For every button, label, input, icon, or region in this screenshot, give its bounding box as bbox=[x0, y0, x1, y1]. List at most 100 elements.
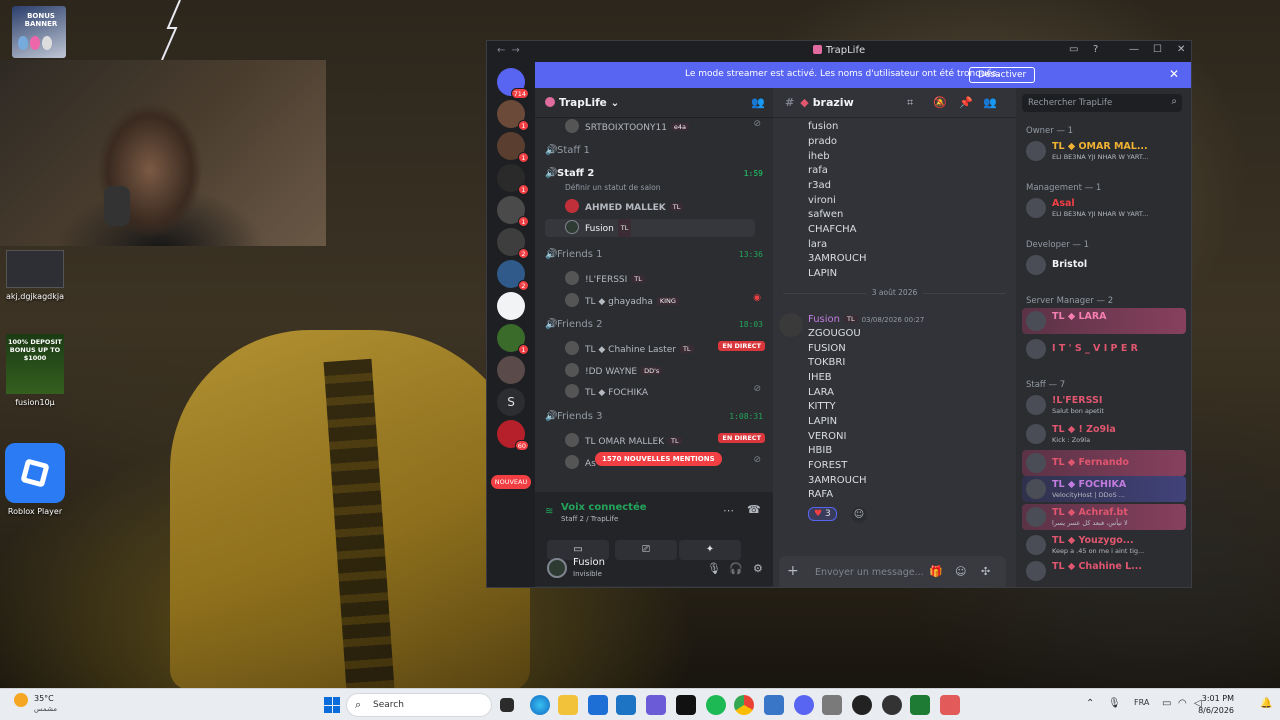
message-author[interactable]: Fusion TL 03/08/2026 00:27 bbox=[808, 314, 924, 325]
app-icon[interactable] bbox=[910, 695, 930, 715]
server-icon[interactable]: 60 bbox=[497, 420, 529, 451]
invite-people-icon[interactable]: 👥 bbox=[751, 96, 765, 109]
voice-user[interactable]: AHMED MALLEK TL bbox=[535, 199, 773, 213]
noise-suppression-icon[interactable]: ⋯ bbox=[723, 504, 734, 517]
terminal-icon[interactable] bbox=[676, 695, 696, 715]
member-item[interactable]: Bristol bbox=[1022, 252, 1186, 278]
server-icon[interactable]: 1 bbox=[497, 132, 529, 163]
monitor-icon[interactable]: ▭ bbox=[1162, 698, 1171, 709]
calculator-icon[interactable] bbox=[764, 695, 784, 715]
weather-widget[interactable]: 35°C مشمس bbox=[14, 693, 57, 714]
voice-channel-staff1[interactable]: 🔊Staff 1 bbox=[535, 145, 773, 156]
windows-start-icon[interactable] bbox=[324, 697, 340, 713]
obs-icon[interactable] bbox=[852, 695, 872, 715]
server-icon[interactable]: 1 bbox=[497, 324, 529, 355]
member-item[interactable]: TL ◆ Chahine L... bbox=[1022, 558, 1186, 584]
server-icon-s[interactable]: S bbox=[497, 388, 525, 416]
server-icon[interactable]: 1 bbox=[497, 100, 529, 131]
headphones-icon[interactable]: 🎧 bbox=[729, 562, 743, 575]
file-explorer-icon[interactable] bbox=[558, 695, 578, 715]
inbox-icon[interactable]: ▭ bbox=[1069, 44, 1078, 55]
new-mentions-pill[interactable]: 1570 NOUVELLES MENTIONS bbox=[595, 452, 722, 466]
server-icon[interactable] bbox=[497, 356, 525, 384]
store-icon[interactable] bbox=[616, 695, 636, 715]
message-input[interactable]: Envoyer un message... bbox=[815, 567, 924, 578]
pin-icon[interactable]: 📌 bbox=[959, 96, 973, 109]
outlook-icon[interactable] bbox=[588, 695, 608, 715]
desktop-icon-folder[interactable]: akj,dgjkagdkja bbox=[0, 250, 70, 301]
desktop-icon-roblox[interactable]: Roblox Player bbox=[0, 443, 70, 516]
member-item[interactable]: TL ◆ FOCHIKA VelocityHost | DDoS ... bbox=[1022, 476, 1186, 502]
mic-tray-icon[interactable]: 🎙 bbox=[1108, 698, 1121, 709]
edge-icon[interactable] bbox=[530, 695, 550, 715]
direct-messages-icon[interactable]: 714 bbox=[497, 68, 529, 99]
member-item[interactable]: I T ' S _ V I P E R bbox=[1022, 336, 1186, 362]
heart-reaction[interactable]: ♥ 3 bbox=[808, 507, 837, 521]
traplife-server-icon[interactable] bbox=[497, 292, 525, 320]
server-icon[interactable]: 2 bbox=[497, 228, 529, 259]
chrome-icon[interactable] bbox=[734, 695, 754, 715]
voice-user-self[interactable]: Fusion TL bbox=[545, 219, 755, 237]
apps-icon[interactable]: ✣ bbox=[981, 565, 990, 578]
spotify-icon[interactable] bbox=[706, 695, 726, 715]
member-item[interactable]: TL ◆ OMAR MAL... ELI BE3NA YJI NHAR W YAR… bbox=[1022, 138, 1186, 164]
microphone-icon[interactable]: 🎙 bbox=[707, 562, 721, 575]
channel-status[interactable]: Définir un statut de salon bbox=[535, 183, 773, 192]
emoji-icon[interactable]: ☺ bbox=[955, 565, 966, 578]
taskbar-search[interactable]: ⌕ Search bbox=[346, 693, 492, 717]
voice-user[interactable]: SRTBOIXTOONY11 e4a ⊘ bbox=[535, 119, 773, 133]
notifications-off-icon[interactable]: 🔕 bbox=[933, 96, 947, 109]
minimize-icon[interactable]: — bbox=[1129, 44, 1139, 55]
voice-channel-friends2[interactable]: 🔊Friends 2 18:03 bbox=[535, 319, 773, 330]
member-item[interactable]: TL ◆ ! Zo9la Kick : Zo9la bbox=[1022, 421, 1186, 447]
voice-user[interactable]: TL OMAR MALLEK TL EN DIRECT bbox=[535, 433, 773, 447]
voice-channel-staff2[interactable]: 🔊Staff 2 1:59 bbox=[535, 168, 773, 179]
user-avatar[interactable] bbox=[547, 558, 567, 578]
voice-channel-friends3[interactable]: 🔊Friends 3 1:08:31 bbox=[535, 411, 773, 422]
server-icon[interactable]: 1 bbox=[497, 164, 529, 195]
task-view-icon[interactable] bbox=[500, 698, 514, 712]
clock[interactable]: 3:01 PM 8/6/2026 bbox=[1198, 693, 1234, 717]
server-header[interactable]: TrapLife ⌄ 👥 bbox=[535, 88, 773, 118]
app-icon[interactable] bbox=[882, 695, 902, 715]
member-list-icon[interactable]: 👥 bbox=[983, 96, 997, 109]
user-name[interactable]: Fusion bbox=[573, 557, 605, 568]
voice-user[interactable]: TL ◆ FOCHIKA ⊘ bbox=[535, 384, 773, 398]
message-composer[interactable]: + Envoyer un message... 🎁 ☺ ✣ bbox=[779, 556, 1006, 587]
member-item[interactable]: TL ◆ LARA bbox=[1022, 308, 1186, 334]
teams-icon[interactable] bbox=[646, 695, 666, 715]
discord-taskbar-icon[interactable] bbox=[794, 695, 814, 715]
new-unreads-pill[interactable]: NOUVEAU bbox=[491, 475, 531, 489]
close-icon[interactable]: ✕ bbox=[1177, 44, 1185, 55]
gift-icon[interactable]: 🎁 bbox=[929, 565, 943, 578]
language-indicator[interactable]: FRA bbox=[1134, 698, 1149, 707]
member-item[interactable]: Asal ELI BE3NA YJI NHAR W YART... bbox=[1022, 195, 1186, 221]
voice-user[interactable]: TL ◆ Chahine Laster TL EN DIRECT bbox=[535, 341, 773, 355]
threads-icon[interactable]: ⌗ bbox=[907, 96, 913, 110]
disconnect-icon[interactable]: ☎ bbox=[747, 503, 761, 516]
snipping-tool-icon[interactable] bbox=[822, 695, 842, 715]
voice-user[interactable]: !DD WAYNE DD's bbox=[535, 363, 773, 377]
member-item[interactable]: !L'FERSSI Salut bon apetit bbox=[1022, 392, 1186, 418]
desktop-icon-bonus-banner[interactable]: BONUS BANNER bbox=[4, 6, 74, 58]
settings-gear-icon[interactable]: ⚙ bbox=[753, 562, 763, 575]
voice-user[interactable]: TL ◆ ghayadha KING ◉ bbox=[535, 293, 773, 307]
voice-location[interactable]: Staff 2 / TrapLife bbox=[561, 515, 647, 523]
server-icon[interactable]: 2 bbox=[497, 260, 529, 291]
maximize-icon[interactable]: ☐ bbox=[1153, 44, 1162, 55]
member-item[interactable]: TL ◆ Youzygo... Keep a .45 on me i aint t… bbox=[1022, 532, 1186, 558]
disable-streamer-button[interactable]: Désactiver bbox=[969, 67, 1036, 83]
voice-status[interactable]: Voix connectée bbox=[561, 502, 647, 513]
voice-channel-friends1[interactable]: 🔊Friends 1 13:36 bbox=[535, 249, 773, 260]
banner-close-icon[interactable]: ✕ bbox=[1169, 67, 1179, 81]
author-avatar[interactable] bbox=[779, 313, 803, 337]
add-reaction-icon[interactable]: ☺ bbox=[851, 507, 867, 523]
app-icon[interactable] bbox=[940, 695, 960, 715]
server-search-input[interactable]: Rechercher TrapLife ⌕ bbox=[1022, 94, 1182, 112]
wifi-icon[interactable]: ◠ bbox=[1178, 698, 1187, 709]
desktop-icon-casino[interactable]: 100% DEPOSIT BONUS UP TO $1000 fusion10μ bbox=[0, 334, 70, 407]
voice-user[interactable]: !L'FERSSI TL bbox=[535, 271, 773, 285]
chevron-up-icon[interactable]: ⌃ bbox=[1086, 698, 1094, 709]
member-item[interactable]: TL ◆ Fernando bbox=[1022, 450, 1186, 476]
server-icon[interactable]: 1 bbox=[497, 196, 529, 227]
